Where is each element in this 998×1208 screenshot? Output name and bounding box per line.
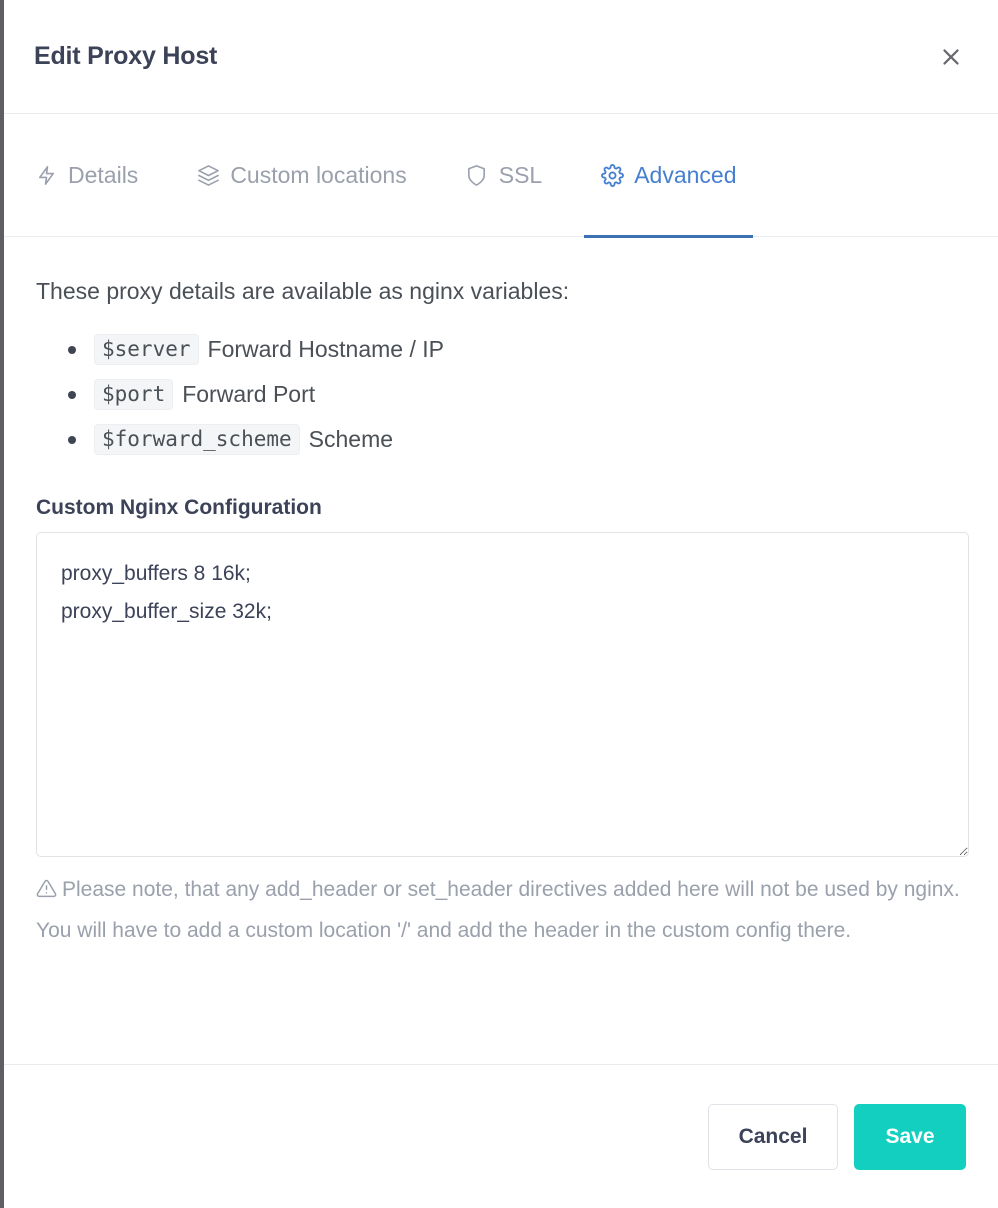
modal-footer: Cancel Save xyxy=(4,1064,998,1208)
intro-text: These proxy details are available as ngi… xyxy=(36,274,966,309)
tab-details-label: Details xyxy=(68,162,138,189)
variable-description: Forward Port xyxy=(182,372,315,417)
close-button[interactable] xyxy=(930,36,972,78)
page-title: Edit Proxy Host xyxy=(34,42,217,71)
tab-ssl-label: SSL xyxy=(499,162,542,189)
save-button[interactable]: Save xyxy=(854,1104,966,1170)
cancel-button[interactable]: Cancel xyxy=(708,1104,838,1170)
custom-nginx-configuration-label: Custom Nginx Configuration xyxy=(36,496,966,520)
nginx-header-note-text: Please note, that any add_header or set_… xyxy=(36,878,960,943)
variable-code: $forward_scheme xyxy=(94,424,300,455)
tab-details[interactable]: Details xyxy=(34,115,154,237)
gear-icon xyxy=(600,164,624,188)
tab-advanced-label: Advanced xyxy=(634,162,736,189)
tab-ssl[interactable]: SSL xyxy=(449,115,558,237)
layers-icon xyxy=(196,164,220,188)
tab-custom-locations[interactable]: Custom locations xyxy=(180,115,422,237)
list-item: $forward_scheme Scheme xyxy=(94,417,966,462)
list-item: $port Forward Port xyxy=(94,372,966,417)
modal-body: These proxy details are available as ngi… xyxy=(4,238,998,1064)
variable-description: Forward Hostname / IP xyxy=(208,327,444,372)
tab-advanced[interactable]: Advanced xyxy=(584,115,752,237)
custom-nginx-configuration-input[interactable] xyxy=(36,532,969,857)
variable-code: $server xyxy=(94,334,199,365)
tab-custom-locations-label: Custom locations xyxy=(230,162,406,189)
close-icon xyxy=(938,44,964,70)
alert-triangle-icon xyxy=(36,874,57,913)
edit-proxy-host-modal: Edit Proxy Host Details xyxy=(0,0,998,1208)
shield-icon xyxy=(465,164,489,188)
modal-header: Edit Proxy Host xyxy=(4,0,998,114)
nginx-header-note: Please note, that any add_header or set_… xyxy=(36,871,966,952)
variable-description: Scheme xyxy=(309,417,393,462)
nginx-variables-list: $server Forward Hostname / IP $port Forw… xyxy=(36,327,966,462)
list-item: $server Forward Hostname / IP xyxy=(94,327,966,372)
bolt-icon xyxy=(34,164,58,188)
variable-code: $port xyxy=(94,379,173,410)
modal-tabs: Details Custom locations SSL xyxy=(4,115,998,237)
